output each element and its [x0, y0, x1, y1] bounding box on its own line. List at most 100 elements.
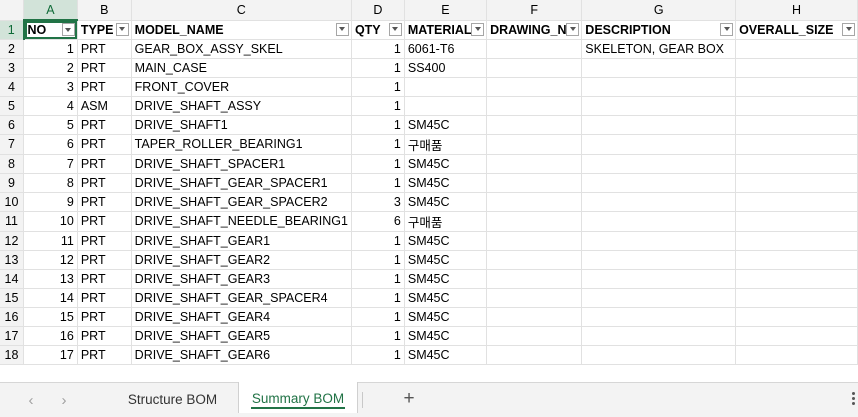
cell-overall-size[interactable]	[735, 231, 858, 251]
cell-material[interactable]: SM45C	[404, 115, 488, 135]
header-cell-type[interactable]: TYPE	[77, 20, 132, 40]
column-header-c[interactable]: C	[131, 0, 352, 21]
cell-description[interactable]	[581, 307, 737, 327]
cell-drawing-no[interactable]	[486, 250, 583, 270]
cell-material[interactable]: SM45C	[404, 307, 488, 327]
header-cell-overall-size[interactable]: OVERALL_SIZE	[735, 20, 858, 40]
cell-description[interactable]	[581, 134, 737, 155]
cell-qty[interactable]: 1	[351, 77, 405, 97]
row-header[interactable]: 7	[0, 134, 25, 155]
row-header[interactable]: 4	[0, 77, 25, 97]
cell-no[interactable]: 17	[23, 345, 78, 365]
cell-qty[interactable]: 1	[351, 154, 405, 174]
cell-drawing-no[interactable]	[486, 326, 583, 346]
cell-qty[interactable]: 1	[351, 326, 405, 346]
cell-model-name[interactable]: DRIVE_SHAFT_GEAR5	[131, 326, 352, 346]
cell-drawing-no[interactable]	[486, 288, 583, 308]
cell-type[interactable]: ASM	[77, 96, 132, 116]
cell-description[interactable]	[581, 211, 737, 232]
cell-drawing-no[interactable]	[486, 192, 583, 212]
header-cell-no[interactable]: NO	[23, 20, 78, 40]
cell-no[interactable]: 7	[23, 154, 78, 174]
filter-dropdown-icon[interactable]	[842, 22, 855, 36]
cell-type[interactable]: PRT	[77, 115, 132, 135]
cell-type[interactable]: PRT	[77, 58, 132, 78]
cell-description[interactable]	[581, 154, 737, 174]
cell-drawing-no[interactable]	[486, 173, 583, 193]
plus-icon[interactable]: +	[400, 388, 418, 410]
cell-type[interactable]: PRT	[77, 173, 132, 193]
cell-overall-size[interactable]	[735, 173, 858, 193]
row-header[interactable]: 14	[0, 269, 25, 289]
cell-description[interactable]	[581, 231, 737, 251]
cell-drawing-no[interactable]	[486, 307, 583, 327]
header-cell-description[interactable]: DESCRIPTION	[581, 20, 737, 40]
cell-no[interactable]: 10	[23, 211, 78, 232]
cell-no[interactable]: 1	[23, 39, 78, 59]
cell-no[interactable]: 16	[23, 326, 78, 346]
cell-qty[interactable]: 1	[351, 173, 405, 193]
cell-type[interactable]: PRT	[77, 192, 132, 212]
cell-material[interactable]: SM45C	[404, 231, 488, 251]
cell-description[interactable]	[581, 326, 737, 346]
cell-type[interactable]: PRT	[77, 211, 132, 232]
cell-type[interactable]: PRT	[77, 345, 132, 365]
row-header[interactable]: 8	[0, 154, 25, 174]
cell-no[interactable]: 11	[23, 231, 78, 251]
cell-model-name[interactable]: DRIVE_SHAFT_ASSY	[131, 96, 352, 116]
row-header[interactable]: 12	[0, 231, 25, 251]
cell-overall-size[interactable]	[735, 345, 858, 365]
cell-qty[interactable]: 1	[351, 307, 405, 327]
cell-drawing-no[interactable]	[486, 134, 583, 155]
cell-type[interactable]: PRT	[77, 231, 132, 251]
more-options-icon[interactable]	[852, 392, 856, 408]
cell-type[interactable]: PRT	[77, 154, 132, 174]
cell-no[interactable]: 12	[23, 250, 78, 270]
cell-material[interactable]: SM45C	[404, 326, 488, 346]
cell-drawing-no[interactable]	[486, 345, 583, 365]
cell-no[interactable]: 4	[23, 96, 78, 116]
row-header[interactable]: 17	[0, 326, 25, 346]
cell-model-name[interactable]: DRIVE_SHAFT_GEAR4	[131, 307, 352, 327]
cell-material[interactable]: SM45C	[404, 288, 488, 308]
cell-drawing-no[interactable]	[486, 77, 583, 97]
cell-qty[interactable]: 1	[351, 250, 405, 270]
cell-qty[interactable]: 6	[351, 211, 405, 232]
cell-qty[interactable]: 1	[351, 115, 405, 135]
cell-description[interactable]	[581, 250, 737, 270]
select-all-corner[interactable]	[0, 0, 25, 21]
cell-qty[interactable]: 1	[351, 58, 405, 78]
cell-model-name[interactable]: DRIVE_SHAFT_GEAR2	[131, 250, 352, 270]
cell-description[interactable]	[581, 173, 737, 193]
cell-description[interactable]: SKELETON, GEAR BOX	[581, 39, 737, 59]
tab-summary-bom[interactable]: Summary BOM	[238, 382, 358, 413]
cell-overall-size[interactable]	[735, 96, 858, 116]
header-cell-qty[interactable]: QTY	[351, 20, 405, 40]
cell-type[interactable]: PRT	[77, 288, 132, 308]
cell-drawing-no[interactable]	[486, 39, 583, 59]
cell-drawing-no[interactable]	[486, 96, 583, 116]
row-header[interactable]: 10	[0, 192, 25, 212]
cell-overall-size[interactable]	[735, 326, 858, 346]
cell-type[interactable]: PRT	[77, 326, 132, 346]
filter-dropdown-icon[interactable]	[388, 22, 402, 36]
cell-type[interactable]: PRT	[77, 39, 132, 59]
cell-overall-size[interactable]	[735, 192, 858, 212]
column-header-f[interactable]: F	[486, 0, 583, 21]
cell-model-name[interactable]: DRIVE_SHAFT_GEAR6	[131, 345, 352, 365]
row-header[interactable]: 13	[0, 250, 25, 270]
cell-model-name[interactable]: DRIVE_SHAFT_GEAR_SPACER2	[131, 192, 352, 212]
column-header-h[interactable]: H	[735, 0, 858, 21]
cell-material[interactable]	[404, 96, 488, 116]
cell-qty[interactable]: 1	[351, 134, 405, 155]
cell-overall-size[interactable]	[735, 269, 858, 289]
cell-material[interactable]: SM45C	[404, 173, 488, 193]
cell-model-name[interactable]: DRIVE_SHAFT_GEAR_SPACER1	[131, 173, 352, 193]
cell-no[interactable]: 5	[23, 115, 78, 135]
row-header-1[interactable]: 1	[0, 20, 25, 40]
cell-drawing-no[interactable]	[486, 115, 583, 135]
cell-material[interactable]: 6061-T6	[404, 39, 488, 59]
cell-qty[interactable]: 1	[351, 269, 405, 289]
cell-overall-size[interactable]	[735, 250, 858, 270]
filter-dropdown-icon[interactable]	[115, 22, 129, 36]
